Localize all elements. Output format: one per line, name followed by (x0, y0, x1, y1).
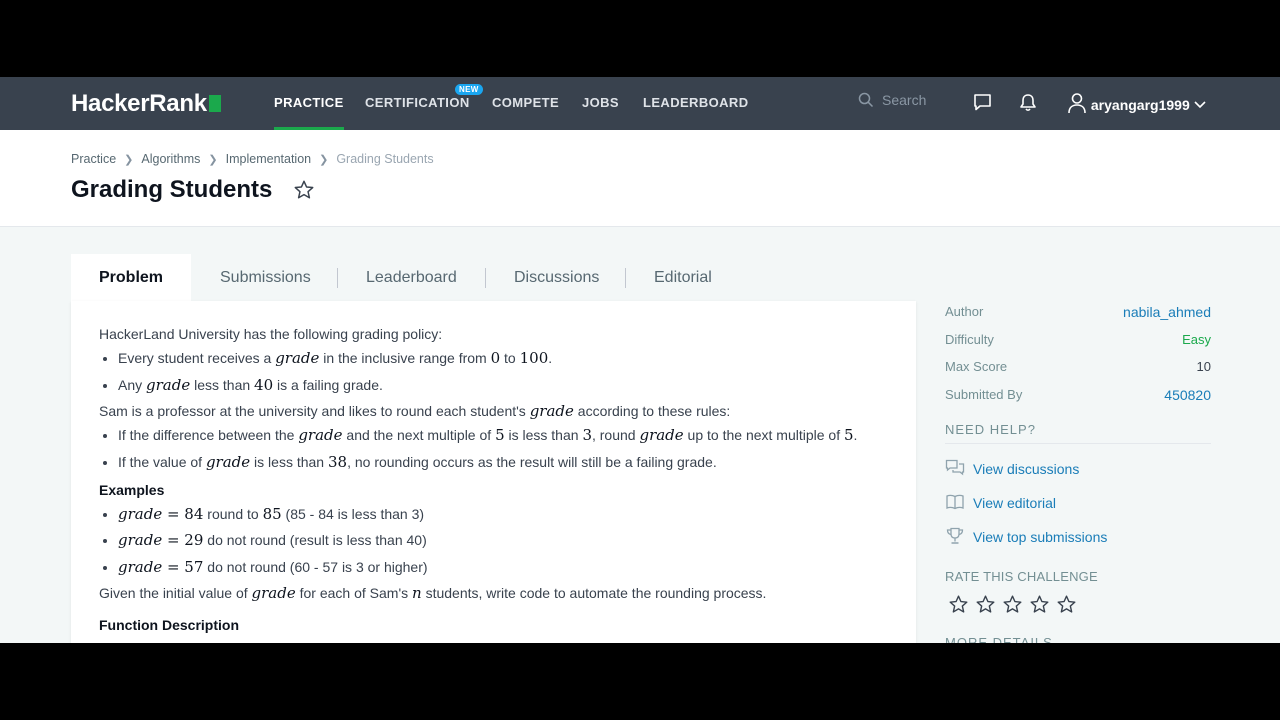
max-score-value: 10 (1196, 359, 1211, 374)
list-item: Every student receives a grade in the in… (118, 348, 899, 368)
intro-text: HackerLand University has the following … (99, 326, 443, 342)
view-editorial-link[interactable]: View editorial (945, 493, 1056, 511)
username: aryangarg1999 (1090, 97, 1190, 113)
view-discussions-link[interactable]: View discussions (945, 459, 1079, 477)
view-top-submissions-link[interactable]: View top submissions (945, 527, 1107, 545)
tab-leaderboard[interactable]: Leaderboard (366, 254, 457, 301)
detail-key: Max Score (945, 359, 1008, 374)
more-details-heading: MORE DETAILS (945, 635, 1053, 643)
star-icon[interactable] (975, 595, 996, 618)
tab-divider (337, 268, 338, 288)
difficulty-value: Easy (1182, 331, 1211, 347)
list-item: If the value of grade is less than 38, n… (118, 452, 899, 472)
rating-stars (948, 594, 1083, 618)
detail-row: Author nabila_ahmed (945, 303, 1211, 331)
chevron-right-icon: ❯ (208, 154, 218, 166)
nav-compete[interactable]: COMPETE (492, 95, 559, 110)
list-item: Any grade less than 40 is a failing grad… (118, 375, 899, 395)
trophy-icon (946, 527, 964, 544)
star-icon[interactable] (1002, 595, 1023, 618)
divider (945, 443, 1211, 444)
tab-divider (485, 268, 486, 288)
rules-list: If the difference between the grade and … (99, 425, 899, 472)
policy-list: Every student receives a grade in the in… (99, 348, 899, 395)
nav-leaderboard[interactable]: LEADERBOARD (643, 95, 749, 110)
star-icon[interactable] (1056, 595, 1077, 618)
detail-row: Submitted By 450820 (945, 386, 1211, 414)
examples-list: grade = 84 round to 85 (85 - 84 is less … (99, 504, 899, 577)
examples-heading: Examples (99, 481, 165, 498)
detail-key: Difficulty (945, 331, 994, 347)
logo-block-icon (208, 95, 221, 112)
detail-key: Author (945, 304, 984, 319)
submitted-by-link[interactable]: 450820 (1164, 387, 1211, 403)
user-avatar-icon (1068, 93, 1086, 114)
list-item: If the difference between the grade and … (118, 425, 899, 445)
star-icon[interactable] (1029, 595, 1050, 618)
breadcrumb-algorithms[interactable]: Algorithms (141, 152, 200, 166)
star-icon[interactable] (948, 595, 969, 618)
problem-statement: HackerLand University has the following … (99, 324, 899, 637)
tab-discussions[interactable]: Discussions (514, 254, 599, 301)
hackerrank-logo[interactable]: HackerRank (71, 90, 221, 118)
breadcrumb-implementation[interactable]: Implementation (226, 152, 311, 166)
search-input[interactable]: Search (858, 92, 926, 108)
tab-divider (625, 268, 626, 288)
page-header: Practice ❯ Algorithms ❯ Implementation ❯ Gradi… (0, 130, 1280, 227)
notifications-bell-icon[interactable] (1019, 93, 1037, 117)
author-link[interactable]: nabila_ahmed (1123, 304, 1211, 320)
detail-row: Difficulty Easy (945, 331, 1211, 359)
rate-challenge-heading: RATE THIS CHALLENGE (945, 569, 1098, 584)
page-viewport: HackerRank PRACTICE CERTIFICATION NEW CO… (0, 77, 1280, 643)
tab-editorial[interactable]: Editorial (654, 254, 712, 301)
chevron-right-icon: ❯ (124, 154, 134, 166)
top-navbar: HackerRank PRACTICE CERTIFICATION NEW CO… (0, 77, 1280, 130)
breadcrumb: Practice ❯ Algorithms ❯ Implementation ❯ Gradi… (71, 152, 434, 166)
rules-intro: Sam is a professor at the university and… (99, 402, 731, 420)
challenge-sidebar: Author nabila_ahmed Difficulty Easy Max Sc… (945, 301, 1211, 643)
messages-icon[interactable] (973, 93, 992, 117)
discussions-icon (945, 459, 965, 476)
detail-key: Submitted By (945, 386, 1023, 402)
search-placeholder: Search (882, 92, 927, 108)
new-badge: NEW (455, 84, 483, 95)
closing-text: Given the initial value of grade for eac… (99, 584, 767, 602)
detail-row: Max Score 10 (945, 358, 1211, 386)
list-item: grade = 29 do not round (result is less … (118, 530, 899, 550)
need-help-heading: NEED HELP? (945, 422, 1036, 437)
book-icon (946, 494, 964, 510)
user-menu[interactable]: aryangarg1999 (1067, 92, 1206, 114)
function-description-heading: Function Description (99, 617, 239, 633)
problem-statement-card: HackerLand University has the following … (71, 301, 916, 643)
tab-problem[interactable]: Problem (71, 254, 192, 301)
search-icon (858, 92, 874, 108)
page-title: Grading Students (71, 176, 273, 203)
breadcrumb-current: Grading Students (336, 152, 434, 166)
list-item: grade = 57 do not round (60 - 57 is 3 or… (118, 557, 899, 577)
list-item: grade = 84 round to 85 (85 - 84 is less … (118, 504, 899, 524)
nav-certification[interactable]: CERTIFICATION (365, 95, 470, 110)
breadcrumb-practice[interactable]: Practice (71, 152, 116, 166)
logo-text: HackerRank (71, 90, 207, 117)
nav-jobs[interactable]: JOBS (582, 95, 619, 110)
bookmark-star-icon[interactable] (293, 179, 315, 206)
tab-submissions[interactable]: Submissions (220, 254, 311, 301)
nav-practice[interactable]: PRACTICE (274, 95, 344, 130)
chevron-right-icon: ❯ (319, 154, 329, 166)
chevron-down-icon (1194, 101, 1206, 109)
